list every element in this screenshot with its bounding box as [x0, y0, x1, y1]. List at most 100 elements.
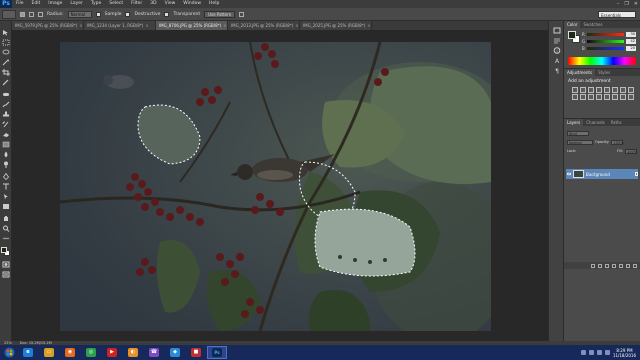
hand-tool-icon[interactable] — [2, 215, 10, 222]
layer-background[interactable]: Background — [566, 169, 638, 179]
shape-tool-icon[interactable] — [2, 203, 10, 210]
vibrance-icon[interactable] — [604, 87, 610, 93]
tab-document-1[interactable]: IMG_5979.JPG @ 25% (RGB/8*) × — [12, 21, 84, 30]
taskbar-app-firefox[interactable]: ◉ — [60, 346, 80, 359]
posterize-icon[interactable] — [604, 94, 610, 100]
taskbar-app-9[interactable]: ■ — [186, 346, 206, 359]
minimize-button[interactable]: – — [617, 0, 620, 8]
tab-paths[interactable]: Paths — [608, 119, 625, 126]
color-spectrum[interactable] — [568, 57, 636, 65]
tab-document-2[interactable]: IMG_1234 (Layer 1, RGB/8*) × — [84, 21, 156, 30]
brush-tool-icon[interactable] — [2, 101, 10, 108]
green-slider[interactable]: G 42 — [582, 39, 636, 44]
invert-icon[interactable] — [596, 94, 602, 100]
levels-icon[interactable] — [580, 87, 586, 93]
pen-tool-icon[interactable] — [2, 173, 10, 180]
blur-tool-icon[interactable] — [2, 151, 10, 158]
taskbar-app-8[interactable]: ◆ — [165, 346, 185, 359]
gradient-map-icon[interactable] — [620, 94, 626, 100]
color-balance-icon[interactable] — [620, 87, 626, 93]
tab-channels[interactable]: Channels — [583, 119, 608, 126]
blue-slider[interactable]: B 20 — [582, 46, 636, 51]
menu-image[interactable]: Image — [44, 0, 66, 8]
channel-mixer-icon[interactable] — [580, 94, 586, 100]
quick-mask-icon[interactable] — [2, 261, 10, 268]
new-layer-icon[interactable] — [626, 263, 630, 268]
taskbar-app-explorer[interactable]: ▭ — [39, 346, 59, 359]
quick-select-tool-icon[interactable] — [2, 59, 10, 66]
dodge-tool-icon[interactable] — [2, 161, 10, 168]
taskbar-app-chrome[interactable]: ◎ — [81, 346, 101, 359]
green-value[interactable]: 42 — [626, 39, 636, 44]
layer-style-icon[interactable] — [598, 263, 602, 268]
menu-edit[interactable]: Edit — [28, 0, 45, 8]
color-lookup-icon[interactable] — [588, 94, 594, 100]
exposure-icon[interactable] — [596, 87, 602, 93]
fill-input[interactable]: 100% — [625, 148, 637, 154]
menu-filter[interactable]: Filter — [127, 0, 146, 8]
delete-layer-icon[interactable] — [633, 263, 637, 268]
crop-tool-icon[interactable] — [2, 69, 10, 76]
history-panel-icon[interactable] — [553, 27, 561, 34]
close-icon[interactable]: × — [145, 23, 148, 28]
red-track[interactable] — [587, 33, 624, 36]
menu-select[interactable]: Select — [105, 0, 127, 8]
menu-view[interactable]: View — [161, 0, 180, 8]
close-icon[interactable]: × — [295, 23, 298, 28]
blue-track[interactable] — [587, 47, 624, 50]
tab-color[interactable]: Color — [564, 21, 581, 28]
taskbar-app-viber[interactable]: ☎ — [144, 346, 164, 359]
zoom-tool-icon[interactable] — [2, 225, 10, 232]
healing-brush-tool-icon[interactable] — [2, 91, 10, 98]
taskbar-app-6[interactable]: ◐ — [123, 346, 143, 359]
marquee-tool-icon[interactable] — [2, 39, 10, 46]
image-canvas[interactable] — [60, 42, 491, 331]
flag-icon[interactable] — [604, 350, 610, 355]
taskbar-app-media[interactable]: ▶ — [102, 346, 122, 359]
photo-filter-icon[interactable] — [572, 94, 578, 100]
black-white-icon[interactable] — [628, 87, 634, 93]
tab-adjustments[interactable]: Adjustments — [564, 69, 596, 76]
blue-value[interactable]: 20 — [626, 46, 636, 51]
new-selection-icon[interactable] — [20, 11, 25, 17]
more-tools-icon[interactable] — [2, 235, 10, 242]
path-selection-tool-icon[interactable] — [2, 193, 10, 200]
foreground-color-swatch[interactable] — [1, 247, 7, 253]
eye-icon[interactable] — [567, 172, 571, 176]
pattern-swatch-icon[interactable] — [239, 11, 245, 17]
clone-stamp-tool-icon[interactable] — [2, 111, 10, 118]
history-brush-tool-icon[interactable] — [2, 121, 10, 128]
close-button[interactable]: ✕ — [634, 0, 638, 8]
close-icon[interactable]: × — [79, 23, 82, 28]
tool-preset-picker[interactable] — [2, 9, 16, 19]
tab-document-4[interactable]: IMG_2013.JPG @ 25% (RGB/8*) × — [228, 21, 300, 30]
opacity-input[interactable]: 100% — [611, 139, 623, 145]
menu-3d[interactable]: 3D — [146, 0, 160, 8]
red-value[interactable]: 30 — [626, 32, 636, 37]
close-icon[interactable]: × — [223, 23, 226, 28]
threshold-icon[interactable] — [612, 94, 618, 100]
add-mask-icon[interactable] — [605, 263, 609, 268]
new-group-icon[interactable] — [619, 263, 623, 268]
tab-document-3[interactable]: IMG_8706.JPG @ 25% (RGB/8*) × — [156, 21, 228, 30]
menu-file[interactable]: File — [12, 0, 28, 8]
selective-color-icon[interactable] — [628, 94, 634, 100]
add-selection-icon[interactable] — [29, 11, 34, 17]
gradient-tool-icon[interactable] — [2, 141, 10, 148]
subtract-selection-icon[interactable] — [38, 11, 43, 17]
eraser-tool-icon[interactable] — [2, 131, 10, 138]
tab-swatches[interactable]: Swatches — [580, 21, 605, 28]
sample-all-checkbox[interactable] — [95, 11, 101, 17]
taskbar-app-photoshop[interactable]: Ps — [207, 346, 227, 359]
info-panel-icon[interactable]: i — [553, 47, 561, 54]
transparent-checkbox[interactable] — [164, 11, 170, 17]
menu-type[interactable]: Type — [87, 0, 105, 8]
properties-panel-icon[interactable] — [553, 37, 561, 44]
tab-document-5[interactable]: IMG_2025.JPG @ 25% (RGB/8*) × — [300, 21, 372, 30]
curves-icon[interactable] — [588, 87, 594, 93]
taskbar-app-ie[interactable]: e — [18, 346, 38, 359]
layer-kind-filter[interactable]: Kind — [567, 130, 589, 136]
tab-layers[interactable]: Layers — [564, 119, 584, 126]
character-panel-icon[interactable]: A — [553, 57, 561, 65]
brightness-icon[interactable] — [572, 87, 578, 93]
